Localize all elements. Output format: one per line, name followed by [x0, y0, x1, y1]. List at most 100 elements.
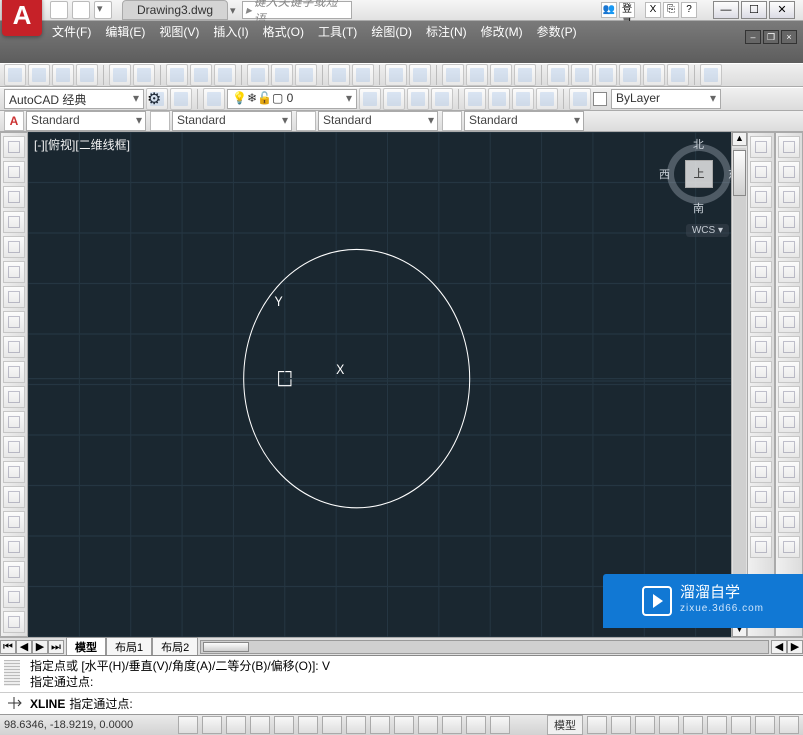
- layer-match-button[interactable]: [488, 88, 510, 110]
- 3dosnap-toggle[interactable]: [298, 716, 318, 734]
- bylayer-check[interactable]: [593, 92, 607, 106]
- continue-tool[interactable]: [778, 436, 800, 458]
- paste-button[interactable]: [295, 64, 317, 86]
- cleanscreen-button[interactable]: [779, 716, 799, 734]
- tpy-toggle[interactable]: [418, 716, 438, 734]
- leader-tool[interactable]: [778, 311, 800, 333]
- help-icon[interactable]: ?: [681, 2, 697, 18]
- tab-last[interactable]: ⏭: [48, 640, 64, 654]
- break-tool[interactable]: [750, 411, 772, 433]
- ellipse-tool[interactable]: [3, 361, 25, 383]
- tablestyle-icon[interactable]: [296, 111, 316, 131]
- list-tool[interactable]: [778, 211, 800, 233]
- zoom-realtime-button[interactable]: [466, 64, 488, 86]
- dimstyle-combo[interactable]: Standard: [172, 111, 292, 131]
- menu-view[interactable]: 视图(V): [159, 23, 199, 40]
- qat-dropdown[interactable]: [94, 1, 112, 19]
- dim-tool[interactable]: [778, 286, 800, 308]
- fillet-tool[interactable]: [750, 486, 772, 508]
- plot-button[interactable]: [166, 64, 188, 86]
- open-button[interactable]: [28, 64, 50, 86]
- textstyle-icon[interactable]: A: [4, 111, 24, 131]
- trim-tool[interactable]: [750, 361, 772, 383]
- pan-button[interactable]: [442, 64, 464, 86]
- menu-draw[interactable]: 绘图(D): [371, 23, 412, 40]
- move-tool[interactable]: [750, 261, 772, 283]
- redo-button[interactable]: [409, 64, 431, 86]
- dist-tool[interactable]: [778, 136, 800, 158]
- copy-tool[interactable]: [750, 161, 772, 183]
- tab-model[interactable]: 模型: [66, 637, 106, 657]
- tablestyle-combo[interactable]: Standard: [318, 111, 438, 131]
- viewcube-west[interactable]: 西: [659, 166, 670, 182]
- spline-tool[interactable]: [3, 336, 25, 358]
- coords-readout[interactable]: 98.6346, -18.9219, 0.0000: [4, 719, 174, 731]
- layer-properties-button[interactable]: [203, 88, 225, 110]
- polyline-tool[interactable]: [3, 186, 25, 208]
- make-current-button[interactable]: [464, 88, 486, 110]
- constraint-tool[interactable]: [778, 261, 800, 283]
- tolerance-tool[interactable]: [778, 336, 800, 358]
- gradient-tool[interactable]: [3, 511, 25, 533]
- menu-dimension[interactable]: 标注(N): [426, 23, 467, 40]
- mirror-tool[interactable]: [750, 186, 772, 208]
- layer-prev-button[interactable]: [512, 88, 534, 110]
- area-tool[interactable]: [778, 161, 800, 183]
- qp-toggle[interactable]: [442, 716, 462, 734]
- table-tool[interactable]: [3, 561, 25, 583]
- infocenter-signin[interactable]: 登录: [619, 2, 635, 18]
- save-button[interactable]: [52, 64, 74, 86]
- exchange-icon[interactable]: X: [645, 2, 661, 18]
- erase-tool[interactable]: [750, 136, 772, 158]
- maximize-button[interactable]: ☐: [741, 1, 767, 19]
- scroll-up-button[interactable]: ▲: [732, 132, 747, 146]
- mdi-close[interactable]: ×: [781, 30, 797, 44]
- search-input[interactable]: ▸ 键入关键字或短语: [242, 1, 352, 19]
- region-mass-tool[interactable]: [778, 186, 800, 208]
- saveas-button[interactable]: [76, 64, 98, 86]
- zoom-window-button[interactable]: [490, 64, 512, 86]
- workspace-settings-button[interactable]: ⚙: [146, 88, 168, 110]
- mleaderstyle-combo[interactable]: Standard: [464, 111, 584, 131]
- vscroll-thumb[interactable]: [733, 150, 746, 196]
- viewcube-top[interactable]: 上: [685, 160, 713, 188]
- menu-insert[interactable]: 插入(I): [213, 23, 248, 40]
- polar-toggle[interactable]: [250, 716, 270, 734]
- mdi-minimize[interactable]: –: [745, 30, 761, 44]
- isolate-button[interactable]: [755, 716, 775, 734]
- markup-button[interactable]: [643, 64, 665, 86]
- viewcube-south[interactable]: 南: [693, 200, 704, 216]
- hscroll-left[interactable]: ◀: [771, 640, 787, 654]
- layer-iso-button[interactable]: [383, 88, 405, 110]
- hscroll-thumb[interactable]: [203, 642, 249, 652]
- mdi-restore[interactable]: ❐: [763, 30, 779, 44]
- dimtedit-tool[interactable]: [778, 536, 800, 558]
- dimedit-tool[interactable]: [778, 511, 800, 533]
- command-input[interactable]: XLINE 指定通过点:: [0, 692, 803, 714]
- matchprop-button[interactable]: [328, 64, 350, 86]
- new-icon[interactable]: [50, 1, 68, 19]
- dimstyle-icon[interactable]: [150, 111, 170, 131]
- scale-tool[interactable]: [750, 311, 772, 333]
- layer-off-button[interactable]: [431, 88, 453, 110]
- ducs-toggle[interactable]: [346, 716, 366, 734]
- ordinate-tool[interactable]: [778, 386, 800, 408]
- addselected-tool[interactable]: [3, 611, 25, 633]
- viewcube-north[interactable]: 北: [693, 136, 704, 152]
- drawing-canvas[interactable]: [-][俯视][二维线框] X Y: [28, 132, 747, 637]
- color-control[interactable]: [569, 88, 591, 110]
- rotate-tool[interactable]: [750, 286, 772, 308]
- stayconnected-icon[interactable]: ⎘: [663, 2, 679, 18]
- viewcube[interactable]: 上 北 南 西 东: [663, 138, 735, 220]
- dyn-toggle[interactable]: [370, 716, 390, 734]
- explode-tool[interactable]: [750, 536, 772, 558]
- document-tab[interactable]: Drawing3.dwg: [122, 0, 228, 20]
- tab-prev[interactable]: ◀: [16, 640, 32, 654]
- sheetset-button[interactable]: [619, 64, 641, 86]
- modelspace-button[interactable]: 模型: [547, 715, 583, 735]
- plot-preview-button[interactable]: [190, 64, 212, 86]
- tab-layout2[interactable]: 布局2: [152, 637, 198, 657]
- layer-combo[interactable]: 💡❄🔓▢ 0: [227, 89, 357, 109]
- open-icon[interactable]: [72, 1, 90, 19]
- vertical-scrollbar[interactable]: ▲ ▼: [731, 132, 747, 637]
